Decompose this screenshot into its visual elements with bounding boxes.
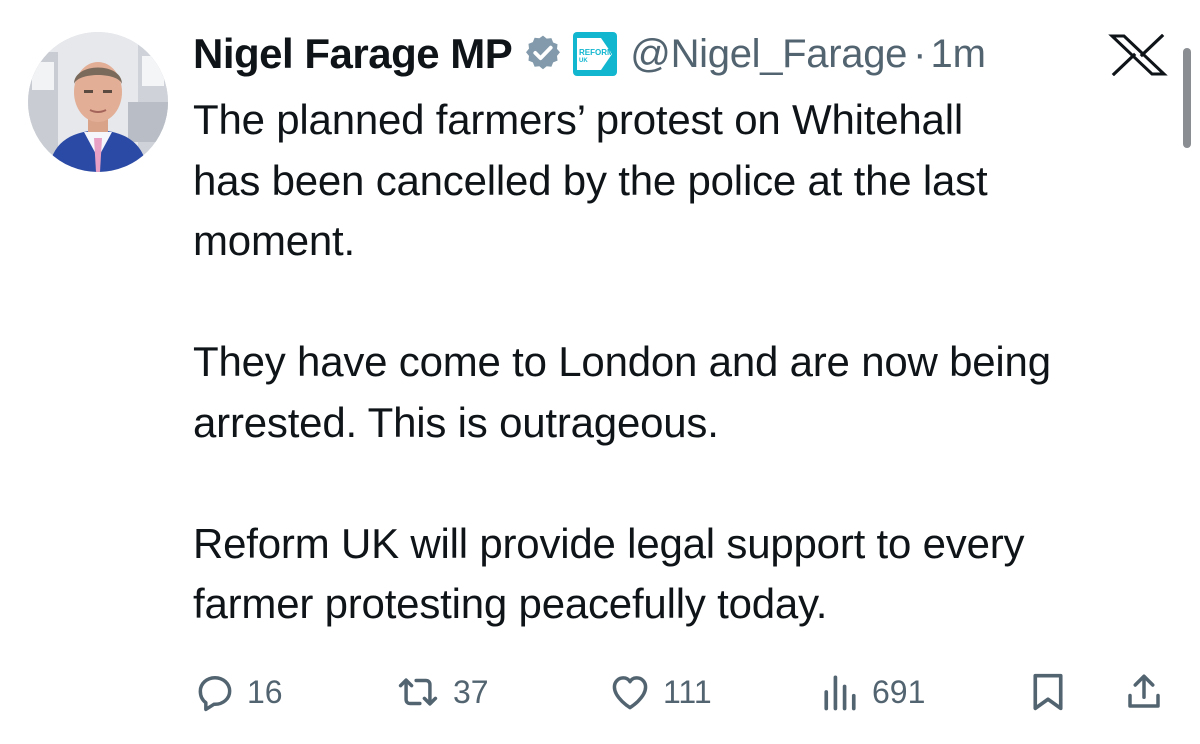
affiliate-badge-text: REFORM (579, 48, 614, 57)
separator-dot: · (913, 31, 927, 76)
author-handle[interactable]: @Nigel_Farage (630, 32, 907, 77)
tweet-text-line: The planned farmers’ protest on Whitehal… (193, 96, 963, 143)
views-button[interactable]: 691 (818, 665, 925, 719)
like-button[interactable]: 111 (607, 665, 712, 719)
affiliate-badge-subtext: UK (579, 58, 588, 64)
tweet-text-line: Reform UK will provide legal support to … (193, 519, 1025, 567)
tweet[interactable]: Nigel Farage MP REFORM UK @Nigel_Farage … (0, 0, 1200, 744)
author-name[interactable]: Nigel Farage MP (193, 30, 513, 78)
x-logo-icon (1106, 33, 1170, 77)
views-icon (824, 675, 856, 711)
tweet-header: Nigel Farage MP REFORM UK @Nigel_Farage … (193, 22, 986, 86)
timestamp[interactable]: 1m (930, 32, 986, 77)
tweet-actions: 16 37 111 691 (193, 665, 1173, 719)
tweet-text-line: farmer protesting peacefully today. (193, 580, 828, 627)
reform-uk-affiliate-icon[interactable]: REFORM UK (572, 31, 618, 77)
bookmark-icon (1033, 673, 1063, 711)
tweet-text-line: arrested. This is outrageous. (193, 398, 719, 446)
share-button[interactable] (1123, 665, 1165, 719)
repost-button[interactable]: 37 (393, 665, 489, 719)
avatar[interactable] (28, 32, 168, 172)
scrollbar[interactable] (1183, 48, 1191, 148)
reply-button[interactable]: 16 (193, 665, 283, 719)
tweet-text-line: moment. (193, 217, 355, 264)
reply-icon (198, 675, 232, 712)
tweet-text-line: They have come to London and are now bei… (193, 338, 1051, 385)
bookmark-button[interactable] (1028, 665, 1068, 719)
verified-badge-icon[interactable] (522, 33, 564, 75)
heart-icon (612, 676, 648, 710)
repost-icon (398, 678, 438, 706)
repost-count: 37 (453, 673, 489, 710)
reply-count: 16 (247, 673, 283, 710)
views-count: 691 (872, 673, 926, 710)
share-icon (1128, 674, 1160, 708)
tweet-text-line: has been cancelled by the police at the … (193, 156, 988, 204)
like-count: 111 (663, 673, 712, 710)
tweet-text: The planned farmers’ protest on Whitehal… (193, 90, 1183, 635)
